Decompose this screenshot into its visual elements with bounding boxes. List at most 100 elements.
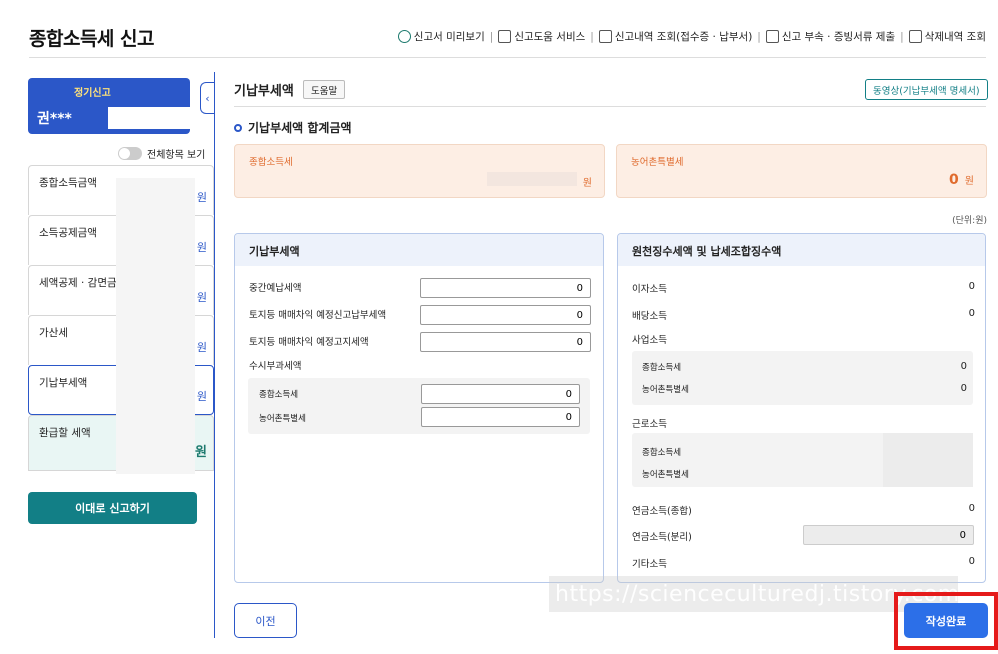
history-link[interactable]: 신고내역 조회(접수증 · 납부서) xyxy=(598,29,753,44)
sidebar-item-amount: 원 xyxy=(196,291,207,304)
report-type: 정기신고 xyxy=(28,80,190,100)
summary-income-tax-box: 종합소득세 원 xyxy=(234,144,605,198)
submit-report-button[interactable]: 이대로 신고하기 xyxy=(28,492,197,524)
panel-divider xyxy=(214,72,215,638)
summary-rural-tax-box: 농어촌특별세 0원 xyxy=(616,144,987,198)
sidebar-item-label: 환급할 세액 xyxy=(39,427,91,439)
masked-area xyxy=(486,172,577,186)
summary-title-label: 기납부세액 합계금액 xyxy=(248,121,352,135)
summary-rural-tax-value: 0원 xyxy=(949,172,974,188)
summary-income-tax-unit: 원 xyxy=(582,178,592,189)
show-all-toggle[interactable] xyxy=(118,147,142,160)
sidebar-item-amount: 원 xyxy=(196,341,207,354)
masked-area xyxy=(108,107,190,129)
business-income-tax-label: 종합소득세 xyxy=(642,363,682,373)
user-name: 권*** xyxy=(37,111,72,127)
page-title: 종합소득세 신고 xyxy=(29,28,154,50)
dividend-income-label: 배당소득 xyxy=(632,311,667,322)
summary-section-title: 기납부세액 합계금액 xyxy=(234,119,352,136)
earned-rural-tax-label: 농어촌특별세 xyxy=(642,470,689,480)
main-title: 기납부세액 xyxy=(234,84,294,99)
interim-prepayment-input[interactable] xyxy=(420,278,591,298)
preview-link[interactable]: 신고서 미리보기 xyxy=(397,29,485,44)
header-divider xyxy=(29,57,986,58)
chevron-left-icon: ‹ xyxy=(205,91,210,105)
help-button[interactable]: 도움말 xyxy=(303,80,346,99)
deleted-history-link[interactable]: 삭제내역 조회 xyxy=(908,29,986,44)
prepaid-tax-header: 기납부세액 xyxy=(235,234,603,266)
previous-button[interactable]: 이전 xyxy=(234,603,297,638)
masked-area xyxy=(883,433,973,487)
business-income-tax-value: 0 xyxy=(960,361,967,372)
occasional-tax-box: 종합소득세 농어촌특별세 xyxy=(248,378,590,434)
interest-income-value: 0 xyxy=(968,281,975,292)
dividend-income-value: 0 xyxy=(968,308,975,319)
pension-combined-value: 0 xyxy=(968,503,975,514)
sidebar-item-amount: 원 xyxy=(196,241,207,254)
masked-area xyxy=(116,178,195,474)
land-sale-report-input[interactable] xyxy=(420,305,591,325)
attachment-link[interactable]: 신고 부속 · 증빙서류 제출 xyxy=(765,29,896,44)
pension-separate-label: 연금소득(분리) xyxy=(632,532,692,543)
land-sale-notice-label: 토지등 매매차익 예정고지세액 xyxy=(249,337,369,348)
sidebar-item-amount: 원 xyxy=(195,445,207,460)
sidebar-item-amount: 원 xyxy=(196,191,207,204)
pension-combined-label: 연금소득(종합) xyxy=(632,506,692,517)
summary-income-tax-value: 원 xyxy=(486,172,592,189)
menu-divider: | xyxy=(489,30,494,43)
collapse-sidebar-button[interactable]: ‹ xyxy=(200,82,214,114)
attachment-label: 신고 부속 · 증빙서류 제출 xyxy=(781,31,896,43)
sidebar-item-amount: 원 xyxy=(196,390,207,403)
masked-area xyxy=(34,83,74,97)
other-income-label: 기타소득 xyxy=(632,559,667,570)
business-income-label: 사업소득 xyxy=(632,335,667,346)
monitor-help-icon xyxy=(498,30,512,43)
sidebar-item-label: 기납부세액 xyxy=(39,377,88,389)
earned-income-label: 근로소득 xyxy=(632,419,667,430)
deleted-history-label: 삭제내역 조회 xyxy=(924,31,986,43)
preview-icon xyxy=(397,30,411,43)
sidebar-item-label: 종합소득금액 xyxy=(39,177,97,189)
earned-income-box: 종합소득세 농어촌특별세 xyxy=(632,433,973,487)
business-income-box: 종합소득세 0 농어촌특별세 0 xyxy=(632,351,973,405)
video-guide-button[interactable]: 동영상(기납부세액 명세서) xyxy=(865,79,988,100)
occasional-income-tax-label: 종합소득세 xyxy=(259,390,299,400)
business-rural-tax-label: 농어촌특별세 xyxy=(642,385,689,395)
interim-prepayment-label: 중간예납세액 xyxy=(249,283,302,294)
user-card: 정기신고 권*** xyxy=(28,78,190,134)
attach-document-icon xyxy=(765,30,779,43)
history-label: 신고내역 조회(접수증 · 납부서) xyxy=(614,31,753,43)
occasional-rural-tax-label: 농어촌특별세 xyxy=(259,414,306,424)
show-all-toggle-row: 전체항목 보기 xyxy=(118,146,205,161)
summary-income-tax-label: 종합소득세 xyxy=(249,157,293,168)
other-income-value: 0 xyxy=(968,556,975,567)
land-sale-notice-input[interactable] xyxy=(420,332,591,352)
main-divider xyxy=(234,106,986,107)
show-all-label: 전체항목 보기 xyxy=(147,150,206,161)
occasional-income-tax-input[interactable] xyxy=(421,384,580,404)
sidebar-item-label: 소득공제금액 xyxy=(39,227,97,239)
help-service-label: 신고도움 서비스 xyxy=(514,31,586,43)
withholding-tax-card: 원천징수세액 및 납세조합징수액 이자소득 0 배당소득 0 사업소득 종합소득… xyxy=(617,233,986,583)
prepaid-tax-card: 기납부세액 중간예납세액 토지등 매매차익 예정신고납부세액 토지등 매매차익 … xyxy=(234,233,604,583)
help-service-link[interactable]: 신고도움 서비스 xyxy=(498,29,585,44)
occasional-rural-tax-input[interactable] xyxy=(421,407,580,427)
land-sale-report-label: 토지등 매매차익 예정신고납부세액 xyxy=(249,310,387,321)
unit-note: (단위:원) xyxy=(952,216,987,226)
report-type-label: 정기신고 xyxy=(74,88,111,99)
interest-income-label: 이자소득 xyxy=(632,284,667,295)
pension-separate-input xyxy=(803,525,974,545)
summary-rural-tax-unit: 원 xyxy=(964,176,974,187)
occasional-tax-label: 수시부과세액 xyxy=(249,361,302,372)
business-rural-tax-value: 0 xyxy=(960,383,967,394)
menu-divider: | xyxy=(590,30,594,43)
document-search-icon xyxy=(598,30,612,43)
trash-icon xyxy=(908,30,922,43)
menu-divider: | xyxy=(757,30,761,43)
menu-divider: | xyxy=(900,30,904,43)
sidebar-item-label: 가산세 xyxy=(39,327,68,339)
complete-button[interactable]: 작성완료 xyxy=(904,603,988,638)
top-menu: 신고서 미리보기 | 신고도움 서비스 | 신고내역 조회(접수증 · 납부서)… xyxy=(397,29,986,44)
bullet-icon xyxy=(234,123,242,132)
earned-income-tax-label: 종합소득세 xyxy=(642,448,682,458)
